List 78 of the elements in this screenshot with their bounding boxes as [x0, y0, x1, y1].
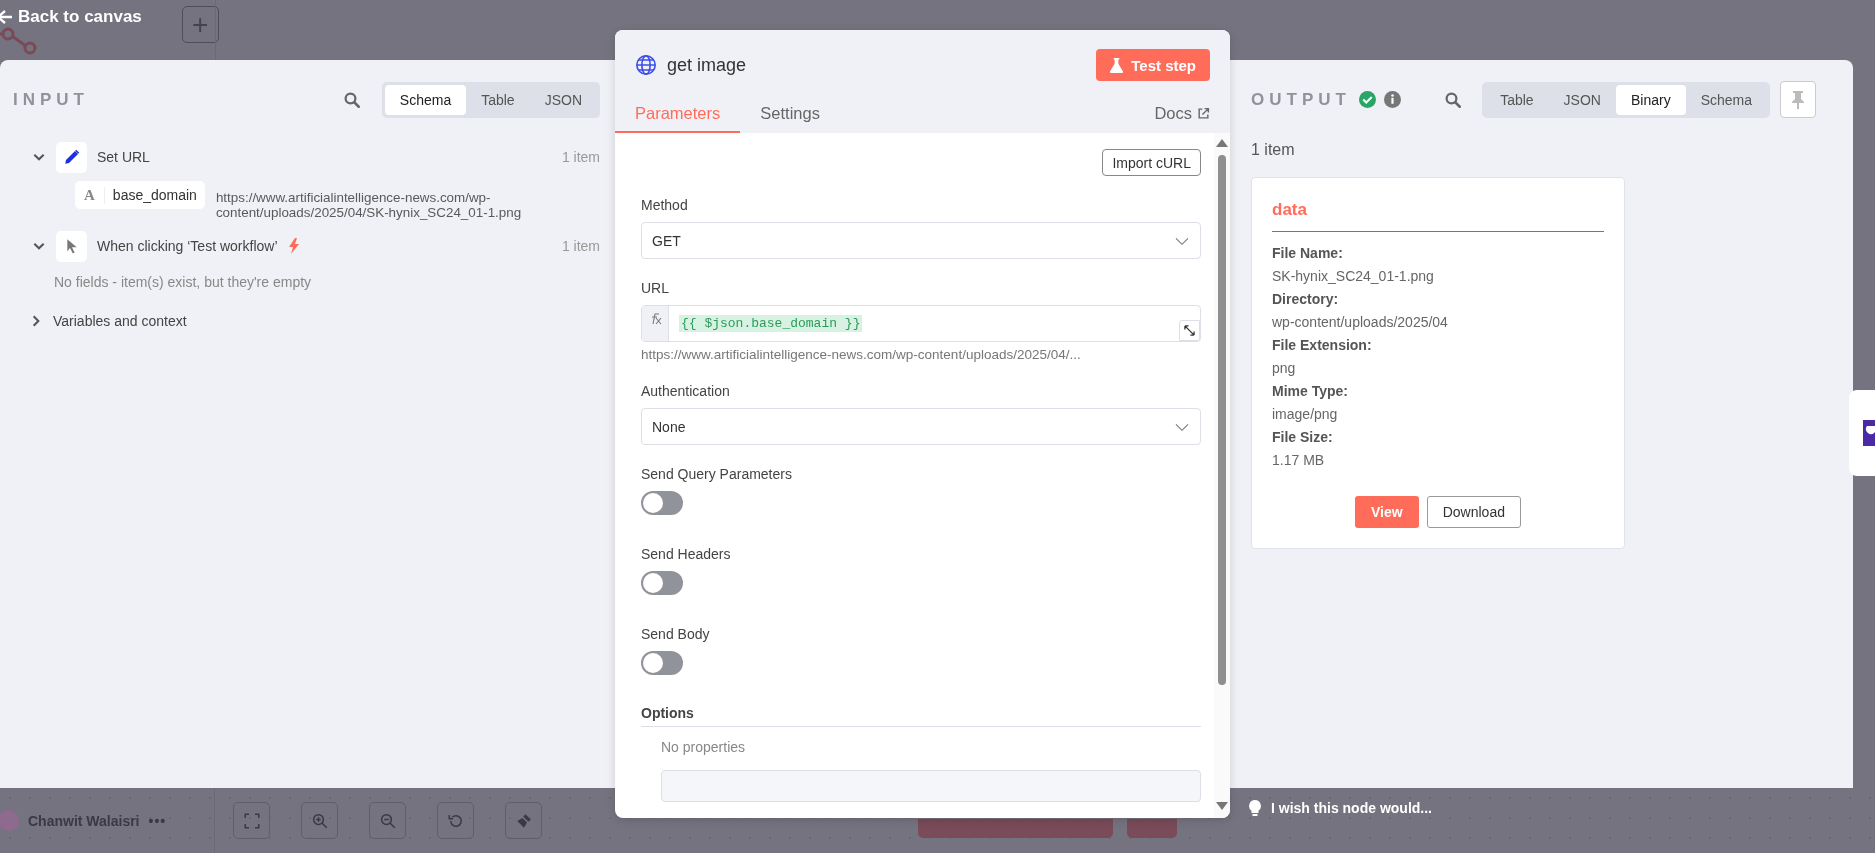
expand-button[interactable] [1179, 320, 1200, 341]
lightbulb-icon [1249, 800, 1261, 816]
field-label: File Size: [1272, 428, 1334, 447]
field-value: https://www.artificialintelligence-news.com/wp-content/uploads/2025/04/SK-hynix_SC24_01-1.png [215, 189, 523, 220]
scrollbar[interactable] [1214, 133, 1230, 818]
field-label: Options [641, 705, 1201, 727]
docs-link[interactable]: Docs [1154, 104, 1210, 133]
canvas-control-button[interactable] [233, 802, 270, 839]
canvas-control-button[interactable] [437, 802, 474, 839]
canvas-control-button[interactable] [505, 802, 542, 839]
node-tab[interactable]: Settings [740, 104, 840, 133]
add-option-field[interactable] [661, 770, 1201, 802]
field-value: wp-content/uploads/2025/04 [1272, 313, 1449, 332]
field-value: image/png [1272, 405, 1339, 424]
field-label: File Extension: [1272, 336, 1373, 355]
back-link[interactable]: Back to canvas [0, 7, 142, 27]
view-tab[interactable]: Schema [384, 84, 467, 115]
zoom-in-icon [310, 811, 329, 830]
download-button[interactable]: Download [1426, 496, 1521, 528]
node-name: When clicking ‘Test workflow’ [97, 238, 278, 254]
field-label: Authentication [641, 382, 731, 400]
field-value: SK-hynix_SC24_01-1.png [1272, 267, 1435, 286]
field-label: URL [641, 279, 670, 297]
feedback-link[interactable]: I wish this node would... [1249, 800, 1432, 816]
view-tab[interactable]: JSON [529, 84, 597, 115]
user-name: Chanwit Walaisri [28, 812, 140, 829]
side-tab[interactable] [1849, 390, 1875, 476]
globe-icon [635, 54, 657, 76]
view-tab[interactable]: Binary [1615, 84, 1686, 115]
empty-message: No fields - item(s) exist, but they're empty [53, 273, 313, 292]
flask-icon [1110, 57, 1124, 73]
field-label: File Name: [1272, 244, 1344, 263]
zoom-out-icon [378, 811, 397, 830]
field-value: png [1272, 359, 1297, 378]
arrow-left-icon [0, 9, 14, 25]
search-icon[interactable] [1444, 90, 1463, 109]
binary-name: data [1272, 200, 1604, 232]
search-icon[interactable] [342, 90, 361, 109]
toggle-switch[interactable] [641, 491, 683, 515]
scroll-up-icon [1216, 139, 1228, 147]
canvas-control-button[interactable] [301, 802, 338, 839]
panel-title: INPUT [13, 89, 90, 110]
pin-button[interactable] [1780, 81, 1816, 118]
panel-title: OUTPUT [1251, 89, 1351, 110]
field-name: base_domain [111, 187, 198, 203]
expression-preview: https://www.artificialintelligence-news.com/wp-content/uploads/2025/04/... [641, 347, 1082, 362]
view-tab[interactable]: JSON [1548, 84, 1616, 115]
field-label: Send Query Parameters [641, 465, 793, 483]
node-title: get image [667, 54, 748, 76]
field-label: Method [641, 196, 689, 214]
expression-field[interactable]: {{ $json.base_domain }} [641, 305, 1201, 342]
field-label: Directory: [1272, 290, 1340, 309]
pencil-icon [62, 148, 81, 166]
external-link-icon [1197, 107, 1210, 120]
canvas-control-button[interactable] [369, 802, 406, 839]
field-label: Mime Type: [1272, 382, 1349, 401]
empty-message: No properties [660, 738, 747, 755]
select-field[interactable]: GET [641, 222, 1201, 259]
view-tab[interactable]: Table [466, 84, 530, 115]
field-label: Send Body [641, 625, 711, 643]
import-curl-button[interactable]: Import cURL [1102, 149, 1201, 176]
pin-icon [1791, 90, 1805, 109]
node-name: Set URL [97, 149, 150, 165]
item-count: 1 item [1251, 141, 1296, 159]
variables-label[interactable]: Variables and context [53, 313, 187, 329]
scroll-down-icon [1216, 802, 1228, 810]
select-field[interactable]: None [641, 408, 1201, 445]
toggle-switch[interactable] [641, 571, 683, 595]
toggle-switch[interactable] [641, 651, 683, 675]
info-icon [1383, 91, 1401, 108]
field-label: Send Headers [641, 545, 732, 563]
item-count: 1 item [561, 238, 600, 254]
fit-view-icon [242, 811, 261, 830]
expand-icon [1184, 325, 1195, 336]
view-tab[interactable]: Schema [1685, 84, 1767, 115]
view-tab[interactable]: Table [1485, 84, 1549, 115]
field-value: 1.17 MB [1272, 451, 1326, 470]
item-count: 1 item [561, 149, 600, 165]
